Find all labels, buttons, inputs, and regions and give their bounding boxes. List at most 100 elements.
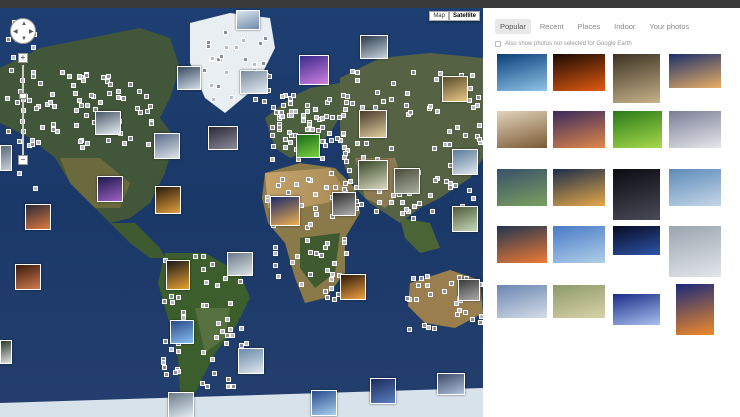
- photo-marker-dot[interactable]: [271, 144, 277, 150]
- photo-marker-dot[interactable]: [325, 268, 331, 274]
- marker-usa-west[interactable]: [154, 133, 180, 159]
- photo-marker-dot[interactable]: [406, 327, 412, 333]
- photo-marker-dot[interactable]: [77, 138, 83, 144]
- photo-marker-dot[interactable]: [477, 123, 483, 129]
- photo-marker-dot[interactable]: [479, 314, 483, 319]
- photo-marker-dot[interactable]: [79, 145, 85, 151]
- photo-marker-dot[interactable]: [329, 115, 335, 121]
- photo-marker-dot[interactable]: [331, 296, 337, 302]
- photo-marker-dot[interactable]: [83, 73, 89, 79]
- photo-marker-dot[interactable]: [242, 56, 248, 62]
- photo-marker-dot[interactable]: [283, 136, 289, 142]
- photo-marker-dot[interactable]: [263, 35, 268, 41]
- marker-alaska[interactable]: [95, 111, 121, 135]
- photo-marker-dot[interactable]: [404, 102, 410, 108]
- show-all-photos-option[interactable]: Also show photos not selected for Google…: [495, 41, 632, 47]
- photo-marker-dot[interactable]: [200, 350, 206, 355]
- marker-north-africa[interactable]: [270, 196, 300, 226]
- photo-marker-dot[interactable]: [347, 178, 353, 184]
- marker-antarctica-4[interactable]: [437, 373, 465, 395]
- photo-thumbnail-misty-hills[interactable]: [553, 285, 605, 318]
- photo-marker-dot[interactable]: [301, 117, 307, 123]
- zoom-out-button[interactable]: −: [18, 155, 28, 165]
- photo-marker-dot[interactable]: [105, 137, 111, 143]
- photo-marker-dot[interactable]: [335, 135, 341, 141]
- photo-marker-dot[interactable]: [295, 253, 301, 259]
- photo-marker-dot[interactable]: [346, 168, 352, 174]
- photo-marker-dot[interactable]: [328, 138, 334, 143]
- photo-marker-dot[interactable]: [84, 140, 90, 146]
- photo-marker-dot[interactable]: [411, 216, 417, 222]
- photo-marker-dot[interactable]: [276, 274, 282, 280]
- photo-marker-dot[interactable]: [216, 320, 222, 326]
- photo-marker-dot[interactable]: [404, 207, 410, 213]
- photo-marker-dot[interactable]: [312, 107, 318, 112]
- photo-marker-dot[interactable]: [173, 369, 178, 375]
- photo-marker-dot[interactable]: [225, 333, 231, 339]
- photo-marker-dot[interactable]: [273, 244, 279, 250]
- photo-marker-dot[interactable]: [4, 96, 10, 102]
- photo-marker-dot[interactable]: [455, 312, 461, 318]
- photo-marker-dot[interactable]: [430, 208, 436, 214]
- photo-marker-dot[interactable]: [344, 250, 350, 256]
- marker-asia[interactable]: [394, 168, 420, 194]
- photo-marker-dot[interactable]: [455, 125, 461, 131]
- photo-marker-dot[interactable]: [333, 185, 338, 191]
- photo-marker-dot[interactable]: [446, 128, 452, 134]
- tab-places[interactable]: Places: [573, 19, 606, 34]
- photo-marker-dot[interactable]: [73, 122, 79, 128]
- pan-up-icon[interactable]: ▲: [21, 21, 27, 27]
- photo-thumbnail-calm-water[interactable]: [497, 285, 547, 318]
- photo-marker-dot[interactable]: [78, 103, 84, 109]
- photo-marker-dot[interactable]: [223, 276, 229, 282]
- photo-marker-dot[interactable]: [176, 295, 182, 301]
- photo-marker-dot[interactable]: [399, 200, 405, 206]
- photo-marker-dot[interactable]: [260, 61, 266, 67]
- photo-marker-dot[interactable]: [428, 192, 433, 198]
- photo-marker-dot[interactable]: [411, 69, 417, 75]
- marker-russia[interactable]: [442, 76, 468, 102]
- photo-thumbnail-lone-tree[interactable]: [497, 111, 547, 148]
- photo-marker-dot[interactable]: [314, 212, 320, 218]
- photo-marker-dot[interactable]: [49, 91, 55, 97]
- photo-marker-dot[interactable]: [323, 185, 329, 191]
- photo-marker-dot[interactable]: [161, 298, 167, 304]
- marker-japan[interactable]: [452, 206, 478, 232]
- photo-marker-dot[interactable]: [306, 176, 312, 182]
- photo-marker-dot[interactable]: [77, 98, 83, 104]
- marker-iceland[interactable]: [360, 35, 388, 59]
- zoom-track[interactable]: [22, 65, 24, 155]
- photo-marker-dot[interactable]: [108, 81, 113, 87]
- photo-marker-dot[interactable]: [405, 91, 411, 97]
- photo-marker-dot[interactable]: [98, 100, 104, 106]
- photo-marker-dot[interactable]: [304, 109, 310, 115]
- marker-canada-west[interactable]: [177, 66, 201, 90]
- photo-marker-dot[interactable]: [83, 112, 89, 118]
- photo-marker-dot[interactable]: [416, 282, 422, 288]
- photo-marker-dot[interactable]: [201, 267, 207, 273]
- photo-marker-dot[interactable]: [328, 276, 334, 282]
- photo-marker-dot[interactable]: [350, 101, 355, 107]
- photo-thumbnail-ice-cave[interactable]: [497, 54, 547, 91]
- photo-marker-dot[interactable]: [181, 314, 186, 320]
- photo-marker-dot[interactable]: [251, 62, 257, 68]
- marker-pacific[interactable]: [25, 204, 51, 230]
- photo-thumbnail-tree-sunset[interactable]: [676, 284, 714, 335]
- photo-marker-dot[interactable]: [329, 271, 335, 277]
- photo-marker-dot[interactable]: [271, 104, 277, 110]
- photo-marker-dot[interactable]: [16, 171, 22, 177]
- photo-thumbnail-misty-mountain[interactable]: [669, 226, 721, 277]
- photo-marker-dot[interactable]: [180, 309, 186, 315]
- photo-marker-dot[interactable]: [381, 98, 387, 104]
- tab-your-photos[interactable]: Your photos: [644, 19, 694, 34]
- photo-marker-dot[interactable]: [201, 254, 206, 260]
- photo-marker-dot[interactable]: [399, 210, 405, 216]
- photo-marker-dot[interactable]: [70, 82, 76, 88]
- photo-marker-dot[interactable]: [169, 293, 175, 299]
- photo-marker-dot[interactable]: [391, 80, 396, 86]
- photo-marker-dot[interactable]: [84, 103, 90, 109]
- photo-marker-dot[interactable]: [441, 289, 447, 295]
- photo-thumbnail-green-field[interactable]: [613, 111, 662, 148]
- photo-marker-dot[interactable]: [273, 263, 279, 269]
- photo-marker-dot[interactable]: [224, 45, 230, 51]
